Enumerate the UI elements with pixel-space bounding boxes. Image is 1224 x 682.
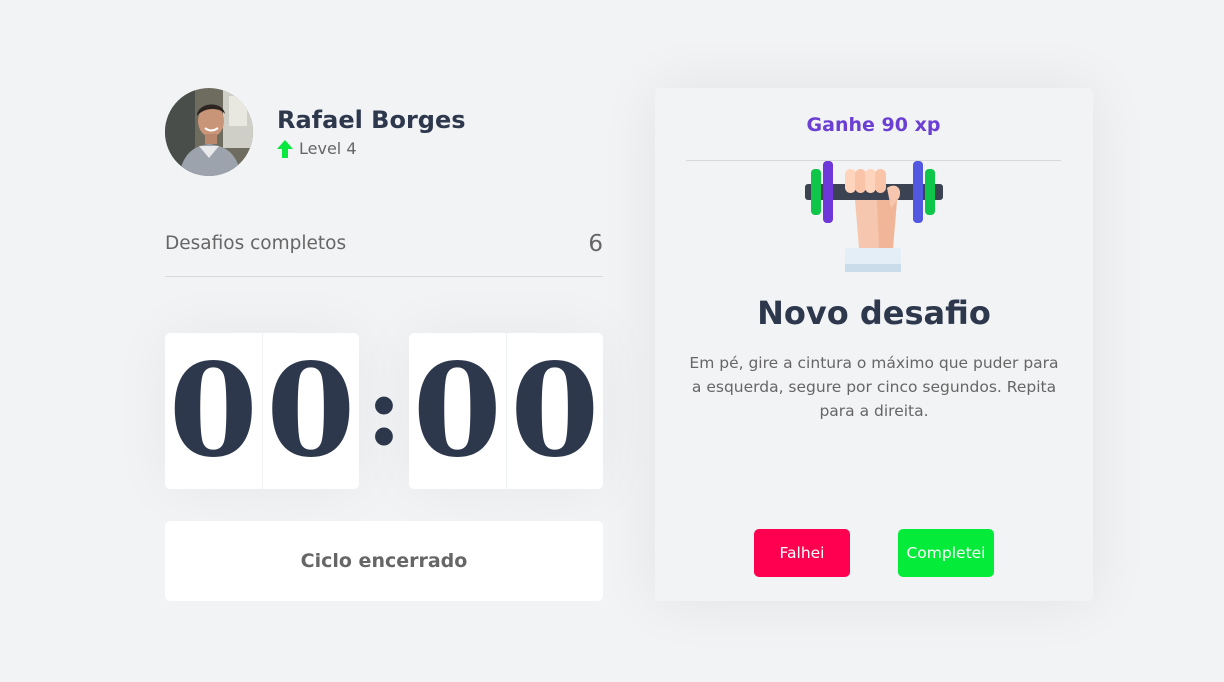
level-up-arrow-icon (277, 139, 293, 158)
avatar (165, 88, 253, 176)
challenge-title: Novo desafio (757, 294, 991, 332)
dumbbell-icon (803, 160, 945, 274)
challenge-card: Ganhe 90 xp Novo desafio Em pé, gire a c… (655, 88, 1093, 601)
countdown-timer: 0 0 : 0 0 (165, 333, 603, 489)
completed-challenges-count: 6 (588, 231, 603, 257)
cycle-ended-button[interactable]: Ciclo encerrado (165, 521, 603, 601)
challenge-description: Em pé, gire a cintura o máximo que puder… (689, 354, 1059, 420)
second-tens-digit: 0 (409, 333, 507, 489)
time-separator: : (366, 354, 402, 467)
seconds-display: 0 0 (409, 333, 603, 489)
failed-button[interactable]: Falhei (754, 529, 850, 577)
level-label: Level 4 (299, 139, 357, 159)
profile-level: Level 4 (277, 139, 466, 158)
minute-tens-digit: 0 (165, 333, 263, 489)
minute-units-digit: 0 (266, 336, 356, 486)
xp-reward: Ganhe 90 xp (806, 114, 941, 136)
completed-challenges: Desafios completos 6 (165, 230, 603, 277)
second-units-digit: 0 (510, 336, 600, 486)
profile-name: Rafael Borges (277, 105, 466, 134)
completed-challenges-label: Desafios completos (165, 233, 347, 254)
completed-button[interactable]: Completei (898, 529, 994, 577)
profile: Rafael Borges Level 4 (165, 88, 466, 176)
card-header: Ganhe 90 xp (686, 88, 1061, 161)
minutes-display: 0 0 (165, 333, 359, 489)
